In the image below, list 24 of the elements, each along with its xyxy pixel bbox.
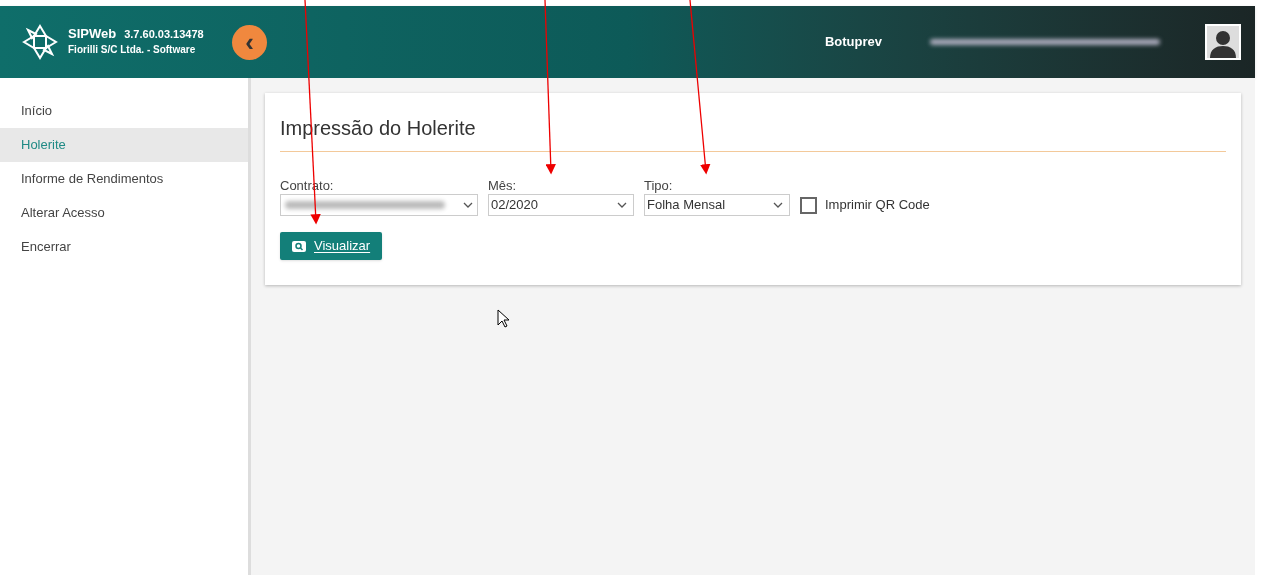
collapse-button[interactable]: ‹: [232, 24, 267, 60]
month-select[interactable]: 02/2020: [488, 194, 634, 216]
sidebar-item[interactable]: Encerrar: [0, 230, 248, 264]
field-label: Mês:: [488, 178, 518, 194]
sidebar-item[interactable]: Holerite: [0, 128, 248, 162]
checkbox-label: Imprimir QR Code: [825, 196, 930, 215]
sidebar-item[interactable]: Informe de Rendimentos: [0, 162, 248, 196]
app-name: SIPWeb: [68, 26, 117, 42]
type-select[interactable]: Folha Mensal: [644, 194, 790, 216]
chevron-down-icon: [463, 202, 473, 208]
qr-checkbox[interactable]: [800, 196, 817, 214]
cursor-icon: [497, 309, 509, 328]
chevron-down-icon: [773, 202, 783, 208]
logo-icon: [20, 22, 60, 62]
sidebar-item[interactable]: Início: [0, 94, 248, 128]
organization-name: Botuprev: [824, 33, 882, 52]
chevron-down-icon: [617, 202, 627, 208]
view-button[interactable]: Visualizar: [280, 232, 383, 260]
version-text: 3.7.60.03.13478: [124, 27, 204, 42]
company-name: Fiorilli S/C Ltda. - Software: [68, 43, 197, 57]
search-icon: [292, 240, 306, 252]
sidebar-item[interactable]: Alterar Acesso: [0, 196, 248, 230]
avatar-icon[interactable]: [1205, 24, 1241, 60]
field-label: Tipo:: [644, 178, 674, 194]
